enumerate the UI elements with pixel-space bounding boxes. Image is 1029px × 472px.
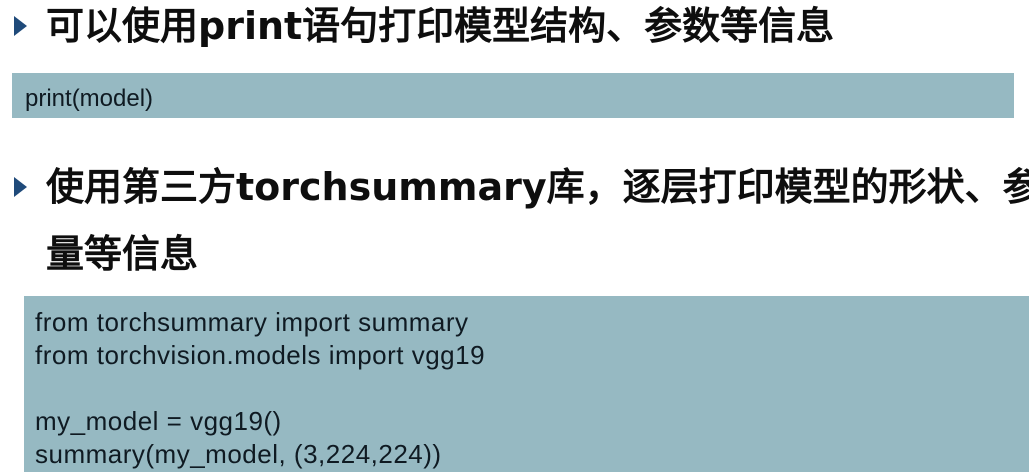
code-block-print: print(model): [12, 73, 1014, 118]
code-line: from torchsummary import summary: [35, 307, 469, 337]
bullet-1-text: 可以使用print语句打印模型结构、参数等信息: [46, 4, 835, 48]
code-line: my_model = vgg19(): [35, 406, 282, 436]
triangle-right-icon: [14, 16, 27, 36]
code-block-torchsummary: from torchsummary import summary from to…: [24, 296, 1029, 472]
triangle-right-icon: [14, 177, 27, 197]
code-line: print(model): [25, 85, 154, 112]
bullet-2-text-line-2: 量等信息: [46, 232, 199, 276]
code-line: from torchvision.models import vgg19: [35, 340, 486, 370]
bullet-2-text-line-1: 使用第三方torchsummary库，逐层打印模型的形状、参数: [46, 165, 1029, 209]
code-line: summary(my_model, (3,224,224)): [35, 439, 442, 469]
